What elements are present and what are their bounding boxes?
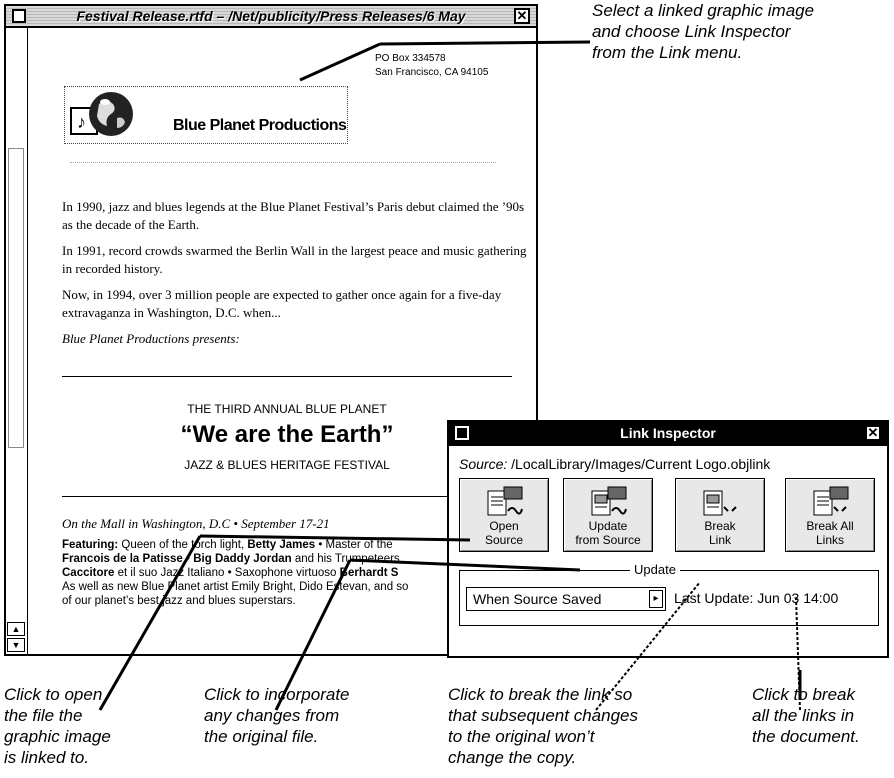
annotation-line: the file the xyxy=(4,706,83,725)
annotation-line: that subsequent changes xyxy=(448,706,638,725)
annotation-line: change the copy. xyxy=(448,748,577,767)
callout-line-select xyxy=(379,40,591,46)
callout-line-select-2 xyxy=(299,42,381,82)
callout-line-open-2 xyxy=(199,534,471,542)
callout-lines xyxy=(98,40,802,711)
annotation-open: Click to open the file the graphic image… xyxy=(4,684,111,768)
annotation-line: all the links in xyxy=(752,706,855,725)
annotation-line: to the original won’t xyxy=(448,727,595,746)
annotation-line: graphic image xyxy=(4,727,111,746)
annotation-line: from the Link menu. xyxy=(592,43,743,62)
annotation-line: Select a linked graphic image xyxy=(592,1,815,20)
annotation-line: the original file. xyxy=(204,727,319,746)
annotation-select: Select a linked graphic image and choose… xyxy=(592,0,814,63)
annotation-line: Click to open xyxy=(4,685,103,704)
callout-line-update-2 xyxy=(349,558,581,572)
annotation-line: Click to break the link so xyxy=(448,685,633,704)
annotation-line: and choose Link Inspector xyxy=(592,22,791,41)
annotation-break: Click to break the link so that subseque… xyxy=(448,684,638,768)
annotation-line: is linked to. xyxy=(4,748,90,767)
annotation-line: Click to break xyxy=(752,685,855,704)
callout-line-open xyxy=(98,535,202,711)
annotation-line: any changes from xyxy=(204,706,340,725)
annotation-line: Click to incorporate xyxy=(204,685,350,704)
annotation-update: Click to incorporate any changes from th… xyxy=(204,684,350,747)
annotation-line: the document. xyxy=(752,727,860,746)
annotation-break-all: Click to break all the links in the docu… xyxy=(752,684,860,747)
